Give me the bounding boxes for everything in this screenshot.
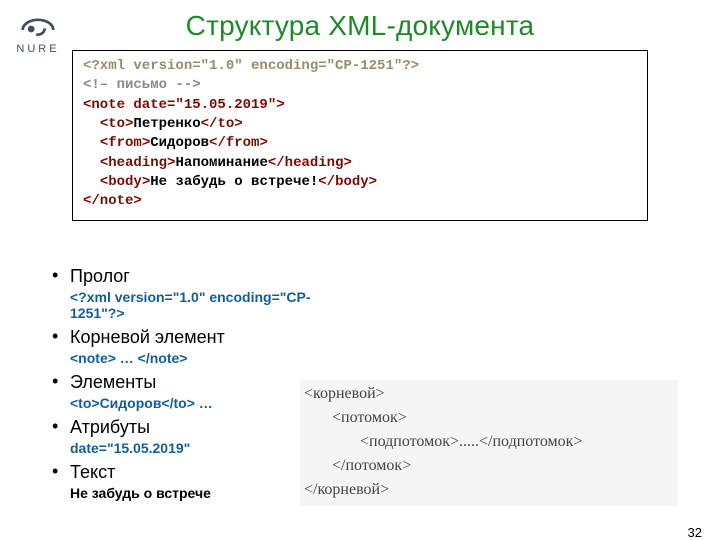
tree-example: <корневой> <потомок> <подпотомок>.....</… <box>300 380 678 506</box>
tree-line: </потомок> <box>304 457 411 474</box>
code-tag-from-close: </from> <box>209 135 268 151</box>
tree-line: <корневой> <box>304 385 385 402</box>
tree-line: </корневой> <box>304 481 389 498</box>
code-tag-heading-close: </heading> <box>268 155 352 171</box>
bullet-sub: <?xml version="1.0" encoding="CP-1251"?> <box>70 289 348 321</box>
page-number: 32 <box>688 525 702 540</box>
page-title: Структура XML-документа <box>0 10 720 42</box>
code-line-comment: <!– письмо --> <box>83 77 201 93</box>
code-text-heading: Напоминание <box>175 155 267 171</box>
code-tag-to-close: </to> <box>201 116 243 132</box>
bullet-prolog: Пролог <?xml version="1.0" encoding="CP-… <box>48 266 348 321</box>
code-line-note-open: <note date="15.05.2019"> <box>83 97 285 113</box>
code-line-note-close: </note> <box>83 193 142 209</box>
code-tag-from-open: <from> <box>100 135 150 151</box>
bullet-root: Корневой элемент <note> … </note> <box>48 327 348 366</box>
bullet-sub: <note> … </note> <box>70 350 348 366</box>
logo-icon <box>21 18 55 42</box>
code-text-body: Не забудь о встрече! <box>150 174 318 190</box>
logo-text: NURE <box>10 43 66 55</box>
code-tag-body-open: <body> <box>100 174 150 190</box>
code-tag-to-open: <to> <box>100 116 134 132</box>
code-line-prolog: <?xml version="1.0" encoding="CP-1251"?> <box>83 58 419 74</box>
code-text-from: Сидоров <box>150 135 209 151</box>
bullet-head: Пролог <box>70 266 348 287</box>
xml-code-block: <?xml version="1.0" encoding="CP-1251"?>… <box>72 50 648 221</box>
code-tag-body-close: </body> <box>318 174 377 190</box>
tree-line: <потомок> <box>304 409 407 426</box>
tree-line: <подпотомок>.....</подпотомок> <box>304 433 582 450</box>
bullet-head: Корневой элемент <box>70 327 348 348</box>
code-text-to: Петренко <box>133 116 200 132</box>
logo: NURE <box>10 18 66 55</box>
code-tag-heading-open: <heading> <box>100 155 176 171</box>
